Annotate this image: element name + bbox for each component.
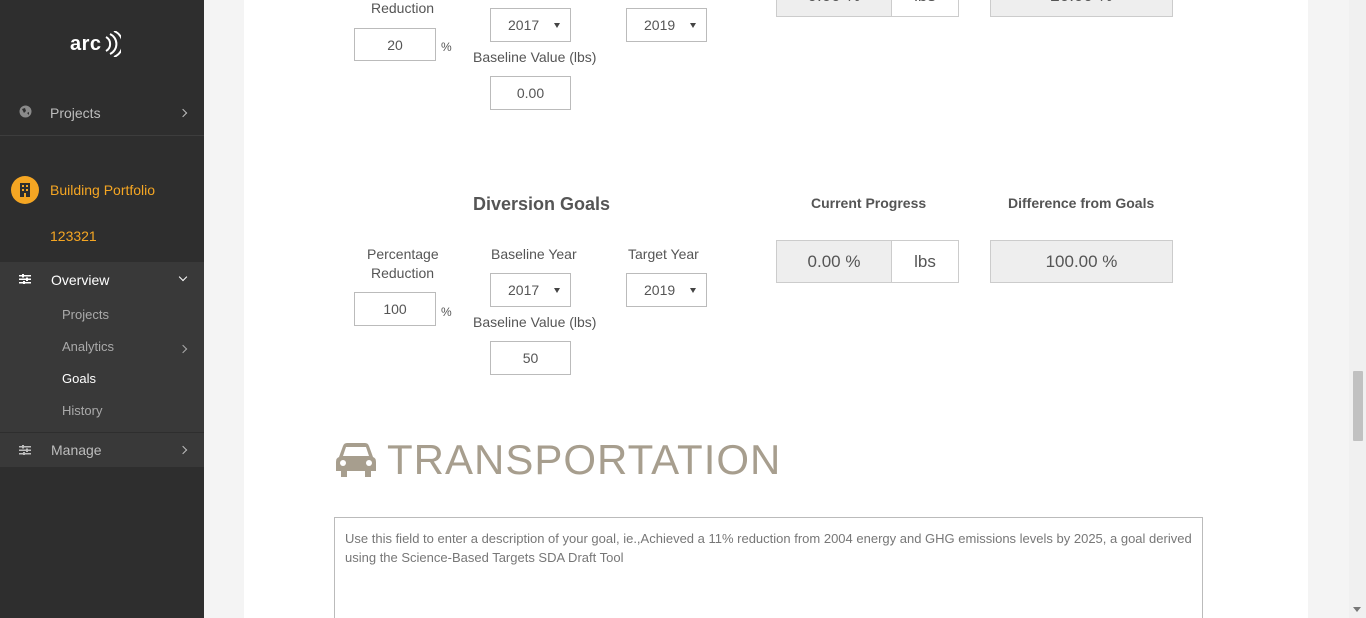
scrollbar-thumb[interactable]: [1353, 371, 1363, 441]
difference-value-top: 20.00 %: [990, 0, 1173, 17]
percentage-label: Percentage: [367, 246, 439, 262]
scroll-down-arrow-icon[interactable]: [1353, 607, 1361, 612]
target-year-select[interactable]: 2019: [626, 273, 707, 307]
reduction-input[interactable]: 100: [354, 292, 436, 326]
sidebar-item-projects[interactable]: Projects: [0, 91, 204, 136]
percent-symbol: %: [441, 40, 452, 54]
caret-down-icon: [690, 288, 696, 293]
percent-symbol: %: [441, 305, 452, 319]
goal-description-textarea[interactable]: Use this field to enter a description of…: [334, 517, 1203, 618]
sliders-icon: [19, 445, 31, 455]
sidebar-item-overview[interactable]: Overview: [0, 262, 204, 296]
manage-label: Manage: [51, 442, 102, 458]
chevron-right-icon: [178, 344, 188, 354]
target-year-select-top[interactable]: 2019: [626, 8, 707, 42]
arc-signal-icon: [104, 31, 121, 57]
baseline-year-select[interactable]: 2017: [490, 273, 571, 307]
chevron-right-icon: [178, 108, 188, 118]
target-year-value: 2019: [644, 282, 676, 298]
portfolio-id: 123321: [50, 228, 97, 244]
current-progress-value-top: 0.00 %: [776, 0, 892, 17]
overview-label: Overview: [51, 272, 110, 288]
reduction-label: Reduction: [371, 0, 435, 16]
difference-value: 100.00 %: [990, 240, 1173, 283]
chevron-down-icon: [178, 272, 188, 282]
sidebar-subitem-analytics[interactable]: Analytics: [62, 339, 114, 354]
baseline-year-select-top[interactable]: 2017: [490, 8, 571, 42]
chevron-right-icon: [178, 445, 188, 455]
overview-menu: Overview Projects Analytics Goals Histor…: [0, 262, 204, 467]
building-icon: [11, 176, 39, 204]
target-year-value: 2019: [644, 17, 676, 33]
globe-icon: [19, 105, 32, 118]
current-progress-value: 0.00 %: [776, 240, 892, 283]
baseline-year-label: Baseline Year: [491, 246, 577, 262]
sidebar-item-label: Projects: [50, 105, 101, 121]
car-icon: [336, 443, 376, 477]
baseline-value-input-top[interactable]: 0.00: [490, 76, 571, 110]
diversion-goals-title: Diversion Goals: [473, 194, 611, 214]
difference-label: Difference from Goals: [1008, 195, 1155, 211]
caret-down-icon: [554, 288, 560, 293]
baseline-value-label: Baseline Value (lbs): [473, 314, 597, 330]
portfolio-label: Building Portfolio: [50, 182, 156, 198]
target-year-label: Target Year: [628, 246, 699, 262]
sidebar-subitem-projects[interactable]: Projects: [62, 307, 109, 322]
reduction-input-top[interactable]: 20: [354, 28, 436, 61]
sidebar-subitem-goals[interactable]: Goals: [62, 371, 96, 386]
caret-down-icon: [690, 23, 696, 28]
baseline-year-value: 2017: [508, 17, 540, 33]
transportation-heading: TRANSPORTATION: [335, 436, 781, 484]
transportation-title: TRANSPORTATION: [387, 436, 782, 483]
logo-text: arc: [70, 32, 102, 55]
reduction-label: Reduction: [371, 265, 435, 281]
sliders-icon: [19, 274, 31, 284]
sidebar-item-manage[interactable]: Manage: [0, 432, 204, 467]
baseline-value-input[interactable]: 50: [490, 341, 571, 375]
sidebar: arc Projects Building Portfolio 123321 O…: [0, 0, 204, 618]
progress-unit: lbs: [891, 240, 959, 283]
sidebar-item-building-portfolio[interactable]: Building Portfolio: [0, 166, 204, 216]
baseline-year-value: 2017: [508, 282, 540, 298]
caret-down-icon: [554, 23, 560, 28]
scrollbar[interactable]: [1349, 0, 1366, 618]
sidebar-subitem-history[interactable]: History: [62, 403, 102, 418]
progress-unit-top: lbs: [891, 0, 959, 17]
arc-logo[interactable]: arc: [70, 30, 121, 58]
current-progress-label: Current Progress: [811, 195, 927, 211]
baseline-value-label: Baseline Value (lbs): [473, 49, 597, 65]
